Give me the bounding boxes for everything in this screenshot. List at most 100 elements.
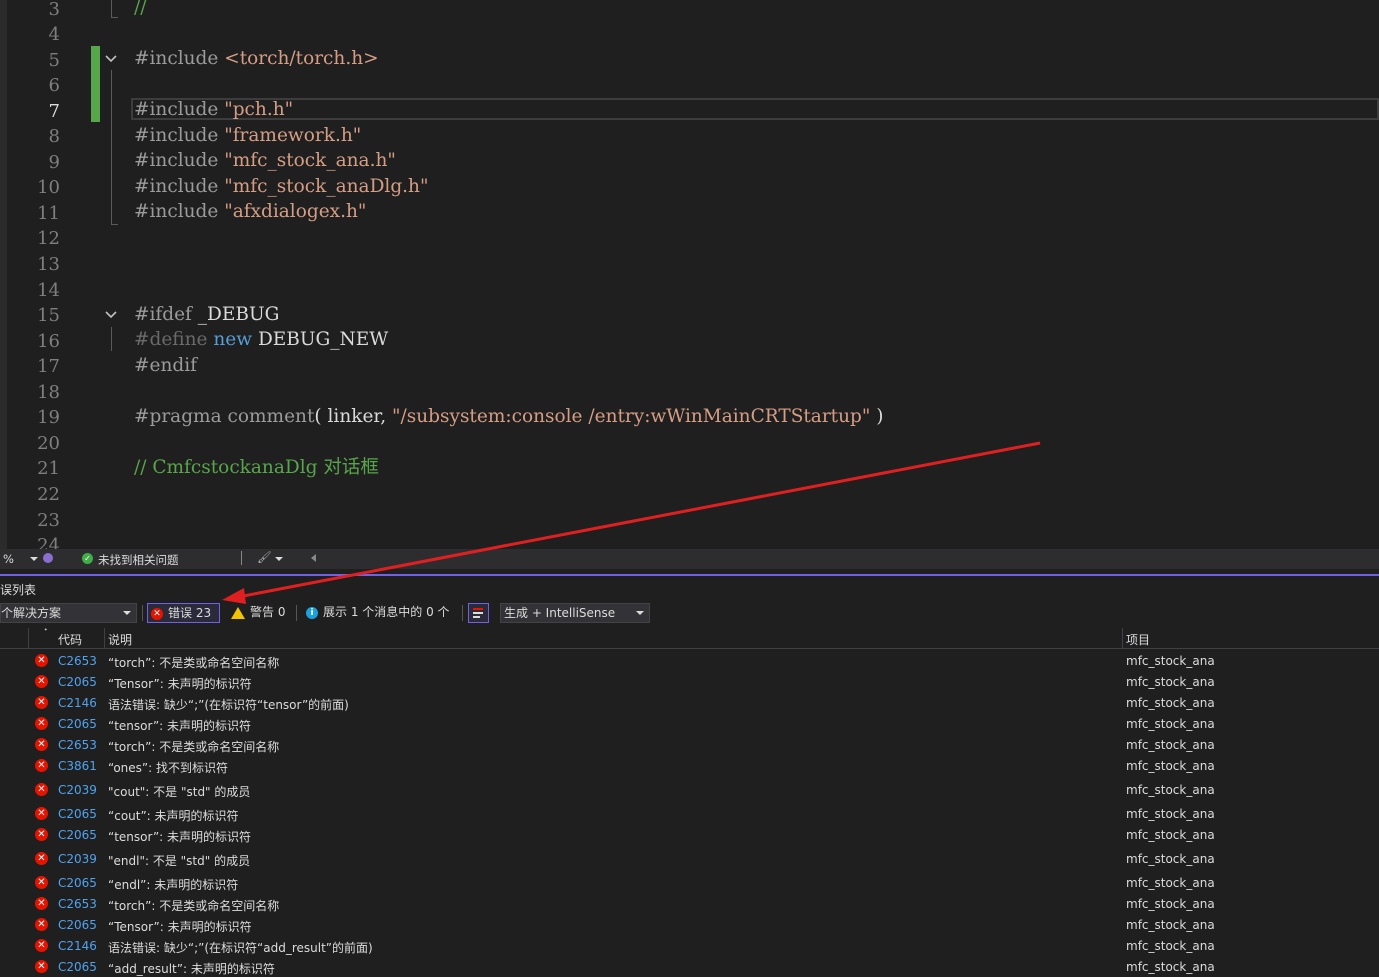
line-number: 13	[37, 254, 60, 275]
error-code[interactable]: C2065	[58, 960, 97, 974]
divider	[296, 605, 297, 621]
code-line-17: #endif	[134, 355, 197, 376]
scroll-left-icon[interactable]	[311, 554, 316, 562]
column-header-description[interactable]: 说明	[108, 631, 132, 648]
error-code[interactable]: C2146	[58, 696, 97, 710]
error-code[interactable]: C2065	[58, 876, 97, 890]
error-code[interactable]: C2653	[58, 654, 97, 668]
error-list-header: ᐩ 代码 说明 项目	[0, 627, 1379, 649]
error-row[interactable]: ✕ C2653 “torch”: 不是类或命名空间名称 mfc_stock_ana	[0, 651, 1379, 671]
code-editor[interactable]: 3 4 5 6 7 8 9 10 11 12 13 14 15 16 17 18 19 20 21 22 23 24 //…	[0, 0, 1379, 549]
error-project: mfc_stock_ana	[1126, 654, 1215, 668]
scope-dropdown[interactable]: 个解决方案	[0, 603, 137, 623]
error-project: mfc_stock_ana	[1126, 852, 1215, 866]
fold-guide	[111, 70, 118, 225]
code-line-21: // CmfcstockanaDlg 对话框	[134, 457, 379, 478]
error-project: mfc_stock_ana	[1126, 876, 1215, 890]
change-indicator	[91, 46, 100, 122]
error-icon: ✕	[35, 897, 48, 910]
intellicode-icon[interactable]	[43, 553, 53, 563]
line-number: 5	[48, 50, 60, 71]
error-code[interactable]: C2065	[58, 717, 97, 731]
chevron-down-icon	[636, 611, 644, 615]
error-row[interactable]: ✕ C2039 "cout": 不是 "std" 的成员 mfc_stock_ana	[0, 780, 1379, 800]
error-code[interactable]: C2065	[58, 918, 97, 932]
line-number: 4	[48, 24, 60, 45]
error-description: “tensor”: 未声明的标识符	[108, 830, 252, 844]
errors-filter-button[interactable]: ✕ 错误 23	[147, 603, 220, 623]
messages-filter-button[interactable]: i 展示 1 个消息中的 0 个	[306, 603, 450, 623]
error-code[interactable]: C2146	[58, 939, 97, 953]
line-number: 10	[37, 177, 60, 198]
chevron-down-icon	[123, 611, 131, 615]
line-number: 15	[37, 305, 60, 326]
error-project: mfc_stock_ana	[1126, 807, 1215, 821]
error-row[interactable]: ✕ C3861 “ones”: 找不到标识符 mfc_stock_ana	[0, 756, 1379, 776]
error-code[interactable]: C2065	[58, 828, 97, 842]
error-code[interactable]: C2039	[58, 852, 97, 866]
error-project: mfc_stock_ana	[1126, 939, 1215, 953]
error-code[interactable]: C2065	[58, 675, 97, 689]
error-description: "endl": 不是 "std" 的成员	[108, 854, 251, 868]
error-description: "cout": 不是 "std" 的成员	[108, 785, 251, 799]
code-line-19: #pragma comment( linker, "/subsystem:con…	[134, 406, 884, 427]
error-project: mfc_stock_ana	[1126, 738, 1215, 752]
line-number: 21	[37, 458, 60, 479]
line-number: 18	[37, 382, 60, 403]
code-line-11: #include "afxdialogex.h"	[134, 201, 367, 222]
error-row[interactable]: ✕ C2653 “torch”: 不是类或命名空间名称 mfc_stock_ana	[0, 735, 1379, 755]
error-row[interactable]: ✕ C2653 “torch”: 不是类或命名空间名称 mfc_stock_ana	[0, 894, 1379, 914]
cleanup-dropdown-icon[interactable]	[275, 557, 283, 561]
panel-title: 误列表	[0, 583, 37, 597]
info-icon: i	[306, 606, 318, 619]
error-description: “torch”: 不是类或命名空间名称	[108, 899, 280, 913]
messages-count: 展示 1 个消息中的 0 个	[323, 605, 450, 619]
error-row[interactable]: ✕ C2065 “add_result”: 未声明的标识符 mfc_stock_ana	[0, 957, 1379, 977]
error-icon: ✕	[151, 607, 163, 620]
error-row[interactable]: ✕ C2065 “tensor”: 未声明的标识符 mfc_stock_ana	[0, 825, 1379, 845]
error-code[interactable]: C2039	[58, 783, 97, 797]
divider	[142, 605, 143, 621]
issues-status[interactable]: 未找到相关问题	[98, 552, 179, 568]
zoom-level[interactable]: %	[3, 552, 14, 566]
error-code[interactable]: C3861	[58, 759, 97, 773]
error-icon: ✕	[35, 807, 48, 820]
collapse-chevron-icon[interactable]	[103, 307, 119, 323]
error-row[interactable]: ✕ C2146 语法错误: 缺少“;”(在标识符“tensor”的前面) mfc_st…	[0, 693, 1379, 713]
zoom-dropdown-icon[interactable]	[30, 557, 38, 561]
collapse-chevron-icon[interactable]	[103, 51, 119, 67]
error-description: “endl”: 未声明的标识符	[108, 878, 239, 892]
code-line-16: #define new DEBUG_NEW	[134, 329, 389, 350]
error-project: mfc_stock_ana	[1126, 717, 1215, 731]
error-icon: ✕	[35, 852, 48, 865]
warnings-count: 警告 0	[250, 605, 286, 619]
error-code[interactable]: C2065	[58, 807, 97, 821]
error-row[interactable]: ✕ C2065 “Tensor”: 未声明的标识符 mfc_stock_ana	[0, 672, 1379, 692]
error-row[interactable]: ✕ C2065 “tensor”: 未声明的标识符 mfc_stock_ana	[0, 714, 1379, 734]
column-divider	[1122, 628, 1123, 648]
filter-list-icon	[473, 608, 483, 618]
error-icon: ✕	[35, 960, 48, 973]
error-icon: ✕	[35, 876, 48, 889]
cleanup-brush-icon[interactable]: 🖌	[257, 550, 272, 564]
build-source-dropdown[interactable]: 生成 + IntelliSense	[500, 603, 650, 623]
column-header-project[interactable]: 项目	[1126, 631, 1150, 648]
error-project: mfc_stock_ana	[1126, 828, 1215, 842]
error-row[interactable]: ✕ C2065 “Tensor”: 未声明的标识符 mfc_stock_ana	[0, 915, 1379, 935]
error-project: mfc_stock_ana	[1126, 759, 1215, 773]
error-description: 语法错误: 缺少“;”(在标识符“add_result”的前面)	[108, 941, 373, 955]
error-row[interactable]: ✕ C2065 “endl”: 未声明的标识符 mfc_stock_ana	[0, 873, 1379, 893]
error-row[interactable]: ✕ C2065 “cout”: 未声明的标识符 mfc_stock_ana	[0, 804, 1379, 824]
error-row[interactable]: ✕ C2039 "endl": 不是 "std" 的成员 mfc_stock_ana	[0, 849, 1379, 869]
filter-toggle-button[interactable]	[468, 603, 489, 623]
sort-icon[interactable]: ᐩ	[44, 627, 48, 637]
warnings-filter-button[interactable]: 警告 0	[231, 603, 285, 623]
error-description: “torch”: 不是类或命名空间名称	[108, 656, 280, 670]
error-code[interactable]: C2653	[58, 897, 97, 911]
editor-status-bar: % ✓ 未找到相关问题 🖌	[0, 549, 1379, 569]
error-icon: ✕	[35, 675, 48, 688]
line-number: 16	[37, 331, 60, 352]
error-row[interactable]: ✕ C2146 语法错误: 缺少“;”(在标识符“add_result”的前面) mf…	[0, 936, 1379, 956]
error-code[interactable]: C2653	[58, 738, 97, 752]
column-header-code[interactable]: 代码	[58, 631, 82, 648]
